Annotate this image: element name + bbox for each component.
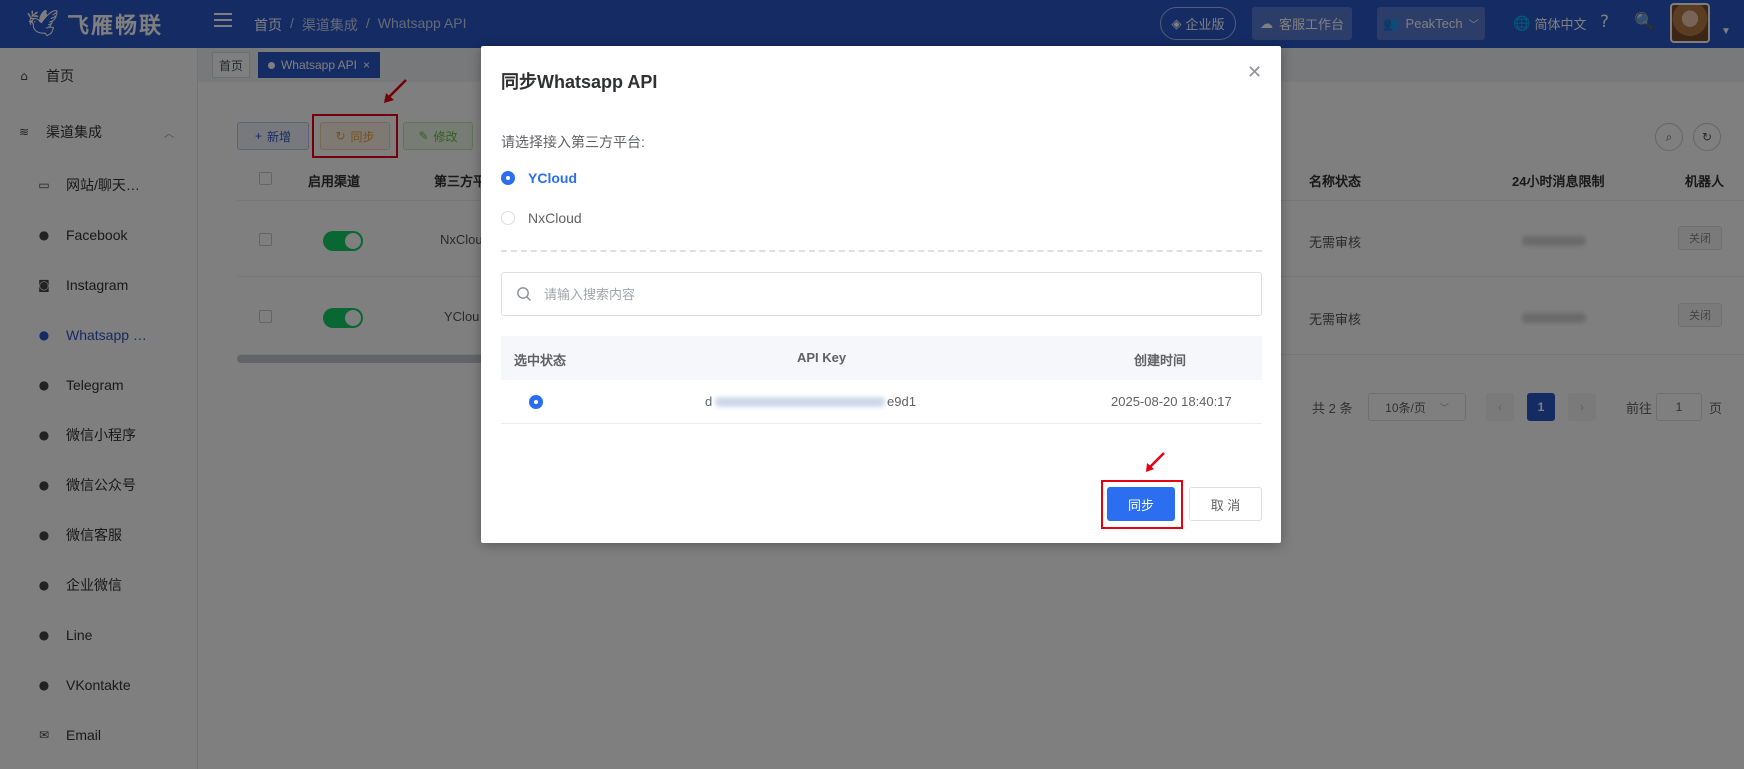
search-icon: [517, 287, 531, 301]
radio-label-nxcloud: NxCloud: [528, 210, 582, 226]
close-icon[interactable]: ✕: [1247, 62, 1262, 83]
dashed-divider: [501, 250, 1262, 252]
api-key-suffix: e9d1: [887, 394, 916, 409]
redacted-api-key: [715, 397, 885, 407]
api-key-prefix: d: [705, 394, 713, 409]
row-select-radio[interactable]: [529, 395, 543, 409]
col-header-api-key: API Key: [797, 350, 847, 365]
created-time-cell: 2025-08-20 18:40:17: [1111, 394, 1232, 409]
cancel-button[interactable]: 取 消: [1189, 487, 1262, 521]
radio-nxcloud[interactable]: [501, 211, 515, 225]
table-header: 选中状态 API Key 创建时间: [501, 336, 1262, 380]
platform-prompt: 请选择接入第三方平台:: [501, 134, 645, 150]
radio-label-ycloud: YCloud: [528, 170, 577, 186]
sync-dialog: 同步Whatsapp API ✕ 请选择接入第三方平台: YCloud NxCl…: [481, 46, 1281, 543]
search-input[interactable]: [544, 286, 1144, 302]
annotation-arrow-icon: [1146, 452, 1165, 472]
radio-ycloud[interactable]: [501, 171, 515, 185]
highlight-box: [1101, 480, 1183, 529]
col-header-selected: 选中状态: [514, 353, 567, 368]
col-header-created: 创建时间: [1134, 353, 1187, 368]
dialog-title: 同步Whatsapp API: [501, 72, 658, 92]
table-row[interactable]: d e9d1 2025-08-20 18:40:17: [501, 380, 1262, 424]
search-box[interactable]: [501, 272, 1262, 316]
